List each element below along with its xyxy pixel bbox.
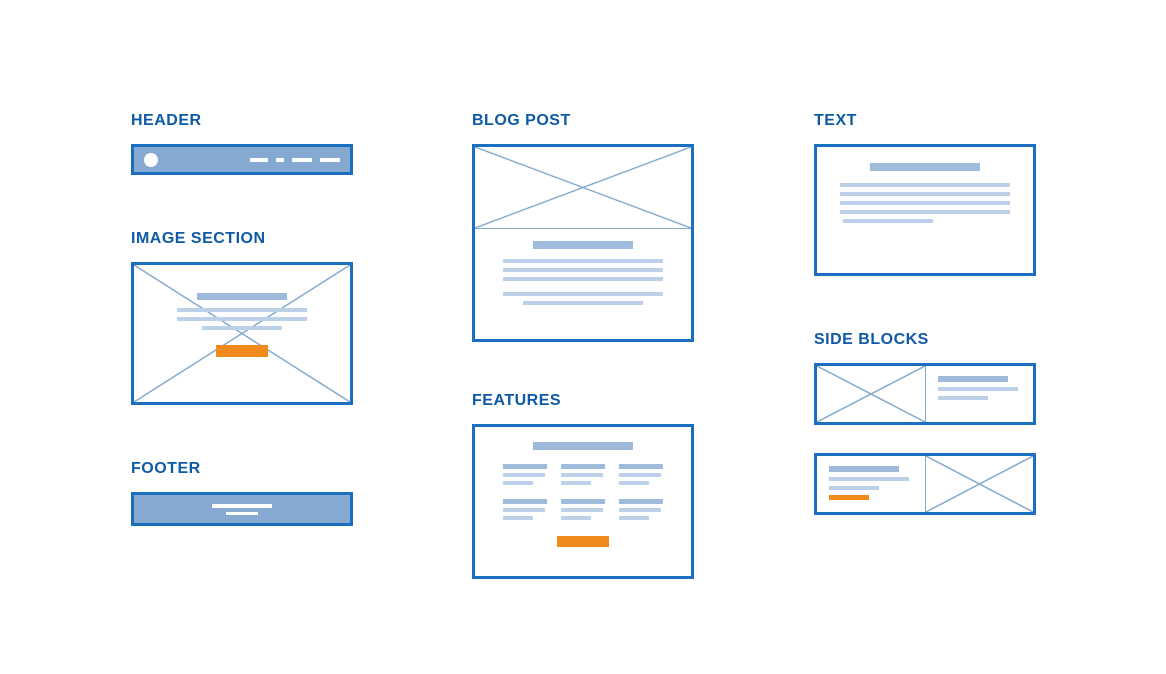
text-line: [843, 219, 933, 223]
text-line: [177, 317, 307, 321]
header-wireframe: [131, 144, 353, 175]
text-label: TEXT: [814, 112, 1036, 130]
header-label: HEADER: [131, 112, 353, 130]
nav-item: [276, 158, 284, 162]
side-block-wireframe: [814, 363, 1036, 425]
footer-line: [226, 512, 258, 515]
text-placeholder: [817, 456, 925, 512]
features-section: FEATURES: [472, 392, 694, 579]
text-line: [840, 192, 1010, 196]
text-line: [177, 308, 307, 312]
accent-bar: [829, 495, 869, 500]
image-section: IMAGE SECTION: [131, 230, 353, 405]
image-placeholder: [817, 366, 925, 422]
header-section: HEADER: [131, 112, 353, 175]
features-label: FEATURES: [472, 392, 694, 410]
side-blocks-label: SIDE BLOCKS: [814, 331, 1036, 349]
side-blocks-section: SIDE BLOCKS: [814, 331, 1036, 515]
image-section-wireframe: [131, 262, 353, 405]
footer-label: FOOTER: [131, 460, 353, 478]
title-bar: [197, 293, 287, 300]
features-wireframe: [472, 424, 694, 579]
text-line: [202, 326, 282, 330]
image-placeholder: [475, 147, 691, 229]
text-line: [503, 292, 663, 296]
title-bar: [533, 442, 633, 450]
footer-wireframe: [131, 492, 353, 526]
text-line: [503, 268, 663, 272]
text-line: [840, 201, 1010, 205]
logo-placeholder: [144, 153, 158, 167]
text-line: [523, 301, 643, 305]
feature-column: [503, 464, 547, 520]
text-line: [840, 210, 1010, 214]
footer-line: [212, 504, 272, 508]
image-section-label: IMAGE SECTION: [131, 230, 353, 248]
text-section: TEXT: [814, 112, 1036, 276]
footer-section: FOOTER: [131, 460, 353, 526]
nav-item: [320, 158, 340, 162]
cta-button: [557, 536, 609, 547]
blog-post-wireframe: [472, 144, 694, 342]
nav-item: [292, 158, 312, 162]
blog-post-section: BLOG POST: [472, 112, 694, 342]
title-bar: [533, 241, 633, 249]
title-bar: [870, 163, 980, 171]
nav-item: [250, 158, 268, 162]
blog-post-label: BLOG POST: [472, 112, 694, 130]
feature-column: [561, 464, 605, 520]
text-line: [503, 277, 663, 281]
text-line: [840, 183, 1010, 187]
feature-column: [619, 464, 663, 520]
nav-placeholder: [250, 158, 340, 162]
text-wireframe: [814, 144, 1036, 276]
cta-button: [216, 345, 268, 357]
side-block-wireframe: [814, 453, 1036, 515]
image-placeholder: [925, 456, 1033, 512]
text-line: [503, 259, 663, 263]
text-placeholder: [925, 366, 1033, 422]
